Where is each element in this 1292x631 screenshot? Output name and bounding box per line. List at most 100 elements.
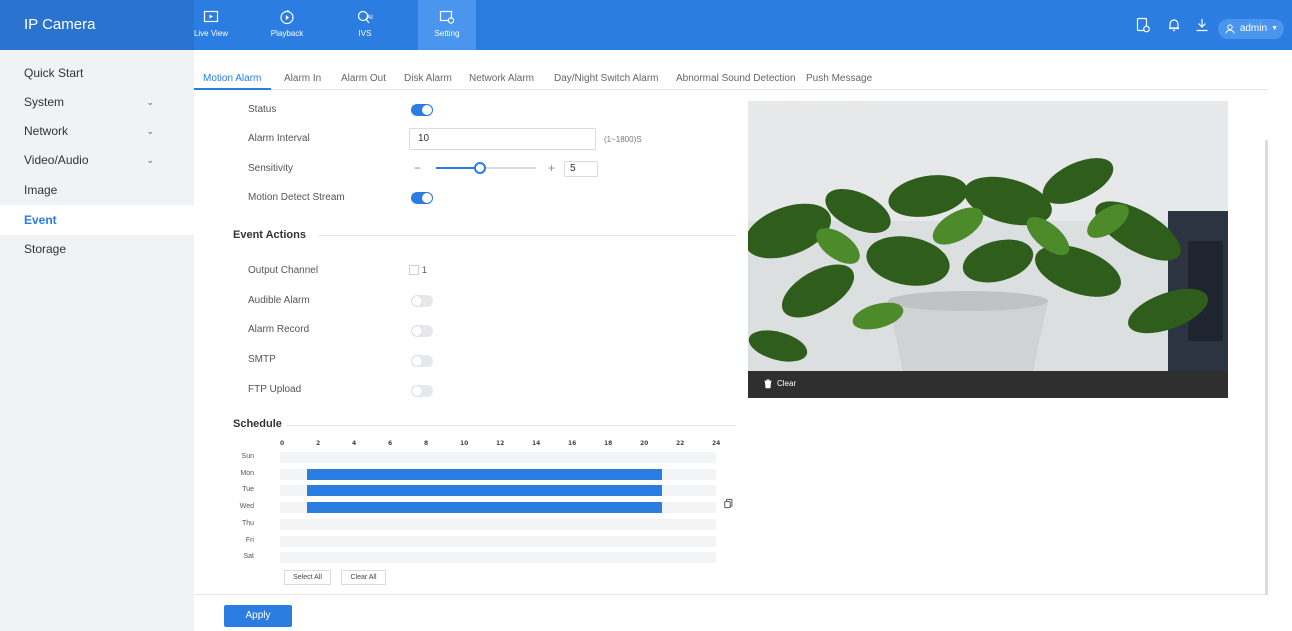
tab-alarm-in[interactable]: Alarm In (284, 73, 321, 84)
section-divider (286, 425, 736, 426)
schedule-day-row[interactable] (280, 468, 716, 480)
smtp-toggle[interactable] (411, 355, 433, 367)
download-icon[interactable] (1194, 17, 1210, 33)
hour-tick-label: 0 (280, 440, 285, 447)
status-toggle[interactable] (411, 104, 433, 116)
sidebar-item-image[interactable]: Image (0, 175, 194, 205)
copy-icon[interactable] (723, 498, 734, 509)
sensitivity-decrease-button[interactable]: − (414, 161, 421, 175)
schedule-day-row[interactable] (280, 535, 716, 547)
sidebar-item-label: Image (24, 183, 58, 197)
schedule-day-row[interactable] (280, 452, 716, 463)
schedule-day-row[interactable] (280, 485, 716, 497)
apply-button[interactable]: Apply (224, 605, 292, 627)
user-icon (1225, 24, 1235, 34)
sidebar: Quick Start System ⌄ Network ⌄ Video/Audio… (0, 50, 194, 631)
setting-icon (439, 10, 455, 24)
nav-ivs-label: IVS (358, 29, 372, 38)
footer-divider (194, 594, 1268, 595)
tab-disk-alarm[interactable]: Disk Alarm (404, 73, 452, 84)
output-channel-option-label: 1 (422, 265, 428, 275)
audible-alarm-label: Audible Alarm (248, 295, 310, 306)
event-actions-title: Event Actions (233, 229, 306, 241)
sensitivity-slider[interactable] (436, 162, 536, 174)
tab-motion-alarm[interactable]: Motion Alarm (203, 73, 261, 84)
bell-icon[interactable] (1166, 17, 1182, 33)
schedule-time-segment[interactable] (307, 468, 662, 480)
camera-preview[interactable] (748, 101, 1228, 398)
hour-tick-label: 2 (316, 440, 321, 447)
alarm-interval-hint: (1~1800)S (604, 135, 642, 144)
sidebar-item-label: Video/Audio (24, 153, 89, 167)
tab-day-night-switch-alarm[interactable]: Day/Night Switch Alarm (554, 73, 658, 84)
hour-tick-label: 4 (352, 440, 357, 447)
alarm-record-label: Alarm Record (248, 324, 310, 335)
alarm-interval-input[interactable]: 10 (409, 128, 596, 150)
hour-tick-label: 22 (676, 440, 685, 447)
day-label: Mon (240, 469, 254, 477)
hour-tick-label: 12 (496, 440, 505, 447)
preview-toolbar (748, 371, 1228, 398)
sensitivity-increase-button[interactable]: + (548, 161, 555, 175)
clear-button-label: Clear (777, 379, 797, 388)
sidebar-item-network[interactable]: Network ⌄ (0, 116, 194, 146)
schedule-time-segment[interactable] (307, 502, 662, 514)
select-all-button[interactable]: Select All (284, 570, 331, 585)
sensitivity-value-input[interactable]: 5 (564, 161, 598, 177)
output-channel-checkbox[interactable] (409, 265, 419, 275)
alarm-record-toggle[interactable] (411, 325, 433, 337)
clear-button[interactable]: Clear (763, 378, 796, 389)
schedule-day-row[interactable] (280, 518, 716, 530)
tab-network-alarm[interactable]: Network Alarm (469, 73, 534, 84)
nav-setting[interactable]: Setting (418, 0, 476, 50)
chevron-down-icon: ⌄ (146, 155, 154, 165)
nav-ivs[interactable]: AI IVS (336, 0, 394, 50)
trash-icon (764, 379, 772, 389)
sidebar-item-quick-start[interactable]: Quick Start (0, 58, 194, 88)
nav-playback[interactable]: Playback (258, 0, 316, 50)
tab-push-message[interactable]: Push Message (806, 73, 872, 84)
tab-abnormal-sound-detection[interactable]: Abnormal Sound Detection (676, 73, 796, 84)
section-divider (318, 235, 736, 236)
schedule-day-row[interactable] (280, 552, 716, 564)
motion-detect-stream-toggle[interactable] (411, 192, 433, 204)
nav-live-view[interactable]: Live View (182, 0, 240, 50)
audible-alarm-toggle[interactable] (411, 295, 433, 307)
smtp-label: SMTP (248, 354, 276, 365)
ivs-icon: AI (357, 10, 373, 24)
schedule-day-row[interactable] (280, 502, 716, 514)
sensitivity-label: Sensitivity (248, 163, 294, 174)
sidebar-item-video-audio[interactable]: Video/Audio ⌄ (0, 145, 194, 175)
device-icon[interactable] (1135, 17, 1151, 33)
sidebar-item-storage[interactable]: Storage (0, 234, 194, 264)
preview-timestamp: 2024-07-04 15:22:45 Thur (750, 102, 888, 112)
sidebar-item-label: Event (24, 213, 57, 227)
clear-all-button[interactable]: Clear All (341, 570, 386, 585)
tab-divider (194, 89, 1268, 90)
slider-handle[interactable] (474, 162, 486, 174)
hour-tick-label: 8 (424, 440, 429, 447)
day-label: Thu (241, 519, 254, 527)
hour-tick-label: 14 (532, 440, 541, 447)
status-label: Status (248, 104, 277, 115)
nav-playback-label: Playback (270, 29, 304, 38)
scrollbar[interactable] (1265, 140, 1268, 595)
hour-tick-label: 10 (460, 440, 469, 447)
sidebar-item-event[interactable]: Event (0, 205, 194, 235)
tab-alarm-out[interactable]: Alarm Out (341, 73, 386, 84)
ftp-upload-toggle[interactable] (411, 385, 433, 397)
day-label: Fri (245, 536, 254, 544)
user-name: admin (1239, 23, 1268, 34)
chevron-down-icon: ⌄ (146, 126, 154, 136)
active-tab-indicator (194, 88, 271, 90)
day-label: Sun (241, 453, 254, 460)
sidebar-item-label: Quick Start (24, 66, 84, 80)
user-menu[interactable]: admin ▼ (1217, 19, 1284, 39)
camera-preview-image (748, 101, 1228, 371)
day-label: Tue (242, 486, 254, 494)
schedule-time-segment[interactable] (307, 485, 662, 497)
hour-tick-label: 24 (712, 440, 721, 447)
sidebar-item-system[interactable]: System ⌄ (0, 87, 194, 117)
live-view-icon (203, 10, 219, 23)
day-label: Sat (243, 553, 254, 561)
